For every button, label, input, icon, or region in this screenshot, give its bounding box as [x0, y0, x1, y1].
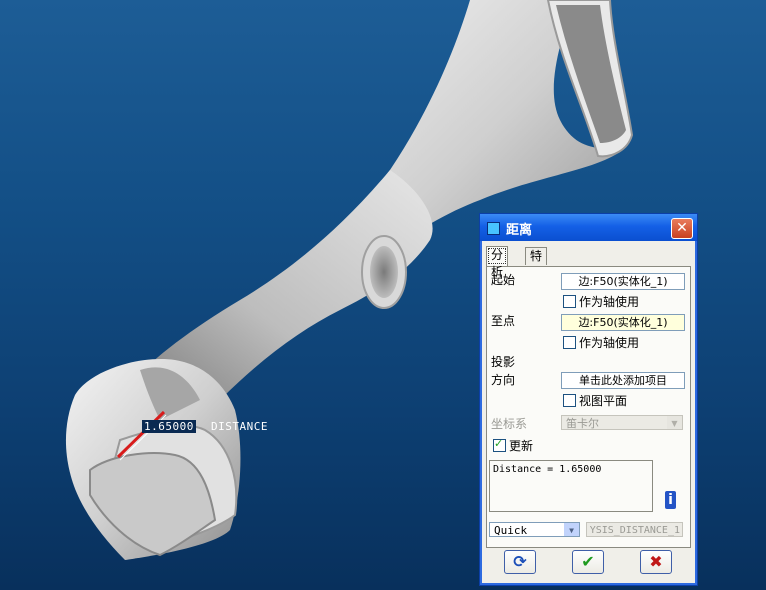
- end-axis-label: 作为轴使用: [579, 336, 640, 350]
- ok-button[interactable]: ✔: [572, 550, 604, 574]
- update-checkbox[interactable]: [493, 437, 506, 452]
- coord-system-select: 笛卡尔 ▼: [561, 415, 683, 430]
- distance-dialog: 距离 ✕ 分析 特征 起始 边:F50(实体化_1) 作为轴使用 至点 边:F5…: [479, 213, 698, 586]
- start-axis-checkbox[interactable]: [563, 295, 576, 308]
- start-field[interactable]: 边:F50(实体化_1): [561, 273, 685, 290]
- tab-analysis[interactable]: 分析: [486, 246, 509, 279]
- info-icon[interactable]: i: [665, 491, 676, 509]
- update-label: 更新: [509, 439, 534, 453]
- coord-system-value: 笛卡尔: [566, 417, 599, 430]
- coord-system-label: 坐标系: [491, 417, 528, 431]
- dialog-title: 距离: [506, 223, 533, 238]
- close-button[interactable]: ✕: [671, 218, 693, 239]
- tab-feature[interactable]: 特征: [525, 247, 548, 280]
- analysis-name-field[interactable]: YSIS_DISTANCE_1: [586, 522, 683, 537]
- end-field[interactable]: 边:F50(实体化_1): [561, 314, 685, 331]
- mode-value: Quick: [494, 524, 528, 537]
- view-plane-checkbox[interactable]: [563, 394, 576, 407]
- direction-label: 方向: [491, 373, 516, 387]
- end-axis-checkbox[interactable]: [563, 336, 576, 349]
- start-axis-label: 作为轴使用: [579, 295, 640, 309]
- mode-select[interactable]: Quick ▼: [489, 522, 580, 537]
- dimension-value: 1.65000: [142, 420, 196, 433]
- window-icon: [487, 222, 500, 235]
- projection-label: 投影: [491, 355, 516, 369]
- chevron-down-icon[interactable]: ▼: [564, 523, 579, 536]
- end-label: 至点: [491, 314, 516, 328]
- dialog-titlebar[interactable]: 距离 ✕: [480, 214, 697, 241]
- dimension-label: 1.65000 DISTANCE: [142, 420, 268, 433]
- dimension-name: DISTANCE: [210, 420, 268, 433]
- direction-field[interactable]: 单击此处添加项目: [561, 372, 685, 389]
- analysis-panel: 起始 边:F50(实体化_1) 作为轴使用 至点 边:F50(实体化_1) 作为…: [486, 266, 691, 548]
- repeat-button[interactable]: ⟳: [504, 550, 536, 574]
- side-hole: [370, 246, 398, 298]
- cancel-button[interactable]: ✖: [640, 550, 672, 574]
- view-plane-label: 视图平面: [579, 394, 628, 408]
- chevron-down-icon: ▼: [667, 416, 682, 429]
- result-text-area[interactable]: Distance = 1.65000: [489, 460, 653, 512]
